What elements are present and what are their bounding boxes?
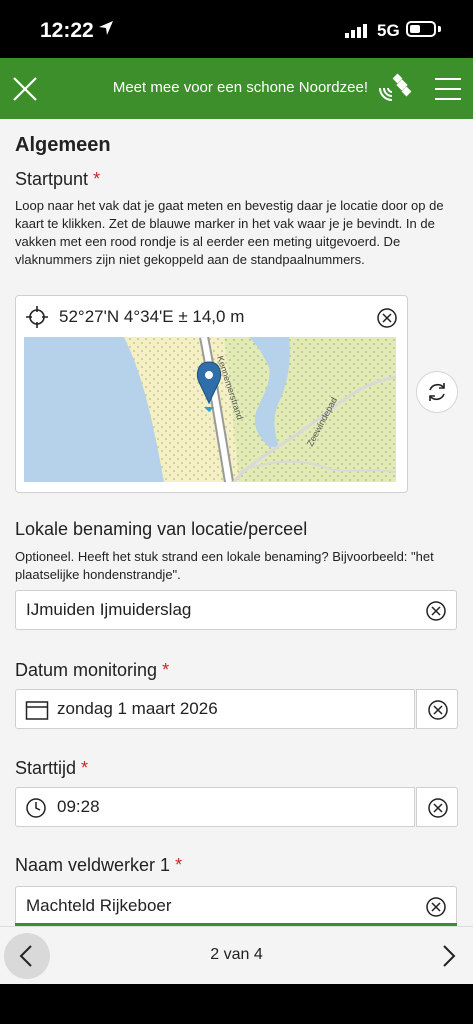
bottom-navigation: 2 van 4	[0, 926, 473, 985]
clear-icon[interactable]	[425, 896, 447, 918]
coordinates-value: 52°27'N 4°34'E ± 14,0 m	[59, 307, 245, 326]
page-indicator: 2 van 4	[210, 946, 263, 963]
clear-icon	[428, 700, 448, 720]
start-time-field[interactable]: 09:28	[15, 787, 415, 827]
clear-location-icon[interactable]	[376, 307, 398, 329]
clear-icon[interactable]	[425, 600, 447, 622]
required-mark: *	[81, 758, 89, 778]
satellite-gps-icon[interactable]	[376, 72, 412, 106]
map-graphic: Kennemerstrand Zeewindepad	[24, 337, 396, 482]
start-time-value: 09:28	[57, 797, 100, 816]
app-header: Meet mee voor een schone Noordzee!	[0, 58, 473, 119]
calendar-icon	[25, 701, 49, 720]
local-name-field[interactable]: IJmuiden Ijmuiderslag	[15, 590, 457, 630]
local-name-value: IJmuiden Ijmuiderslag	[26, 600, 192, 619]
chevron-right-icon	[443, 945, 456, 967]
date-value: zondag 1 maart 2026	[57, 699, 218, 718]
required-mark: *	[162, 660, 170, 680]
status-bar: 12:22 5G	[0, 0, 473, 58]
fieldworker-value: Machteld Rijkeboer	[26, 896, 172, 915]
clear-icon	[428, 798, 448, 818]
hamburger-menu-icon[interactable]	[435, 78, 461, 108]
date-label-text: Datum monitoring	[15, 660, 158, 680]
startpoint-help: Loop naar het vak dat je gaat meten en b…	[15, 198, 444, 267]
clock-icon	[26, 798, 46, 818]
refresh-icon	[429, 383, 445, 401]
start-time-clear-button[interactable]	[416, 787, 458, 827]
clock: 12:22	[40, 19, 94, 42]
location-map[interactable]: Kennemerstrand Zeewindepad	[24, 337, 396, 482]
network-type: 5G	[377, 21, 400, 40]
form-content: Algemeen Startpunt * Loop naar het vak d…	[0, 119, 473, 925]
local-name-label: Lokale benaming van locatie/perceel	[15, 519, 308, 539]
fieldworker-field[interactable]: Machteld Rijkeboer	[15, 886, 457, 925]
start-time-label: Starttijd *	[15, 758, 88, 779]
startpoint-label: Startpunt *	[15, 169, 100, 190]
home-indicator-area	[0, 984, 473, 1024]
date-label: Datum monitoring *	[15, 660, 169, 681]
next-page-button[interactable]	[425, 933, 471, 979]
battery-icon	[406, 21, 436, 37]
fieldworker-label: Naam veldwerker 1 *	[15, 855, 182, 876]
app-title: Meet mee voor een schone Noordzee!	[112, 79, 368, 96]
local-name-help: Optioneel. Heeft het stuk strand een lok…	[15, 549, 434, 582]
fieldworker-label-text: Naam veldwerker 1	[15, 855, 171, 875]
date-clear-button[interactable]	[416, 689, 458, 729]
date-field[interactable]: zondag 1 maart 2026	[15, 689, 415, 729]
refresh-location-button[interactable]	[416, 371, 458, 413]
startpoint-label-text: Startpunt	[15, 169, 89, 189]
crosshair-icon	[26, 306, 48, 328]
start-time-label-text: Starttijd	[15, 758, 77, 778]
geopoint-card: 52°27'N 4°34'E ± 14,0 m Kennemerstrand Z…	[15, 295, 408, 493]
required-mark: *	[175, 855, 183, 875]
section-title: Algemeen	[15, 134, 111, 156]
location-arrow-icon	[99, 21, 113, 35]
cell-signal-icon	[345, 24, 367, 38]
required-mark: *	[93, 169, 101, 189]
battery-tip	[438, 26, 441, 32]
